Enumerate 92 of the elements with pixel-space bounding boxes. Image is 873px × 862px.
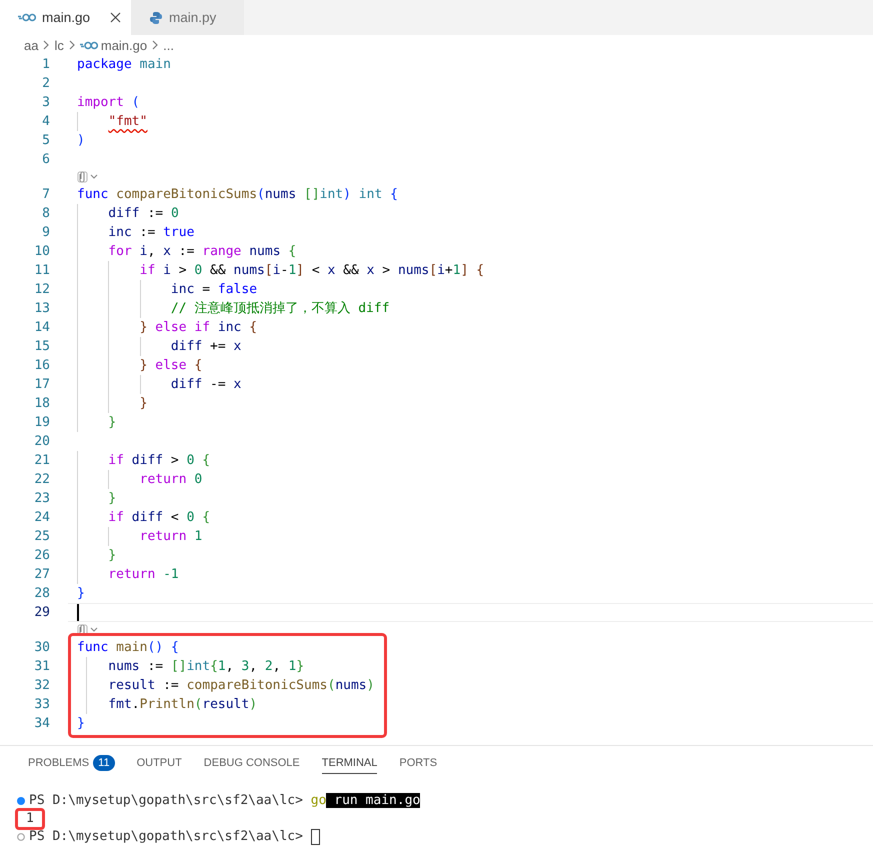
chevron-down-icon[interactable] [90,627,98,633]
status-dot-icon[interactable] [17,797,25,805]
code-line: result := compareBitonicSums(nums) [107,677,374,695]
line-number: 10 [33,243,51,261]
terminal-line: PS D:\mysetup\gopath\src\sf2\aa\lc> go run main.go [29,792,420,810]
code-line: nums := []int{1, 3, 2, 1} [107,658,306,676]
line-number: 30 [33,639,51,657]
code-line: fmt.Println(result) [107,696,258,714]
code-line: return -1 [107,566,180,584]
chevron-right-icon [43,40,50,50]
line-number: 9 [41,224,51,242]
code-line: package main [76,56,172,74]
line-number: 27 [33,566,51,584]
count-badge: 11 [93,755,115,771]
chevron-down-icon[interactable] [90,174,98,180]
code-line: import ( [76,94,141,112]
code-line: } [107,414,118,432]
line-number: 6 [41,151,51,169]
code-line: "fmt" [107,113,148,131]
code-line: inc = false [170,281,258,299]
line-number: 11 [33,262,51,280]
panel-tab[interactable]: TERMINAL [322,753,378,774]
line-number: 29 [33,604,51,622]
code-line: if diff < 0 { [107,509,212,527]
panel-tab[interactable]: DEBUG CONSOLE [204,753,300,774]
line-number: 24 [33,509,51,527]
code-line: } else { [138,357,204,375]
panel-tab[interactable]: PORTS [399,753,438,774]
chevron-right-icon [68,40,75,50]
line-number: 3 [41,94,51,112]
line-number: 19 [33,414,51,432]
file-type-icon [18,13,36,22]
editor-tab[interactable]: main.py [131,0,244,35]
code-line: } [76,585,86,603]
terminal-line: PS D:\mysetup\gopath\src\sf2\aa\lc> [29,828,304,846]
panel-tab[interactable]: PROBLEMS 11 [28,751,115,776]
close-icon[interactable] [110,12,122,23]
paperclip-icon[interactable] [77,624,88,636]
line-number: 28 [33,585,51,603]
breadcrumb-item[interactable]: main.go [100,38,148,52]
line-number: 2 [41,75,51,93]
file-type-icon [149,10,164,24]
file-type-icon [80,40,98,50]
text-cursor [77,604,79,621]
editor-tab[interactable]: main.go [0,0,132,35]
line-number: 13 [33,300,51,318]
line-number: 4 [41,113,51,131]
line-number: 34 [33,715,51,733]
code-line: func compareBitonicSums(nums []int) int { [76,186,399,204]
line-number: 12 [33,281,51,299]
code-line: } [138,395,148,413]
line-number: 31 [33,658,51,676]
line-number: 7 [41,186,51,204]
line-number: 25 [33,528,51,546]
paperclip-icon[interactable] [77,171,88,183]
code-line: func main() { [77,639,180,657]
code-line: return 1 [138,528,204,546]
line-number: 15 [33,338,51,356]
code-line: } [107,490,118,508]
code-line: return 0 [138,471,204,489]
line-number: 8 [41,205,51,223]
line-number: 20 [33,433,51,451]
line-number: 21 [33,452,51,470]
code-line: } [107,547,118,565]
line-number: 5 [41,132,51,150]
line-number: 17 [33,376,51,394]
chevron-right-icon [152,40,158,50]
code-line: } [77,715,86,733]
code-line: if i > 0 && nums[i-1] < x && x > nums[i+1] { [138,262,486,280]
code-line: diff -= x [170,376,242,394]
breadcrumb-item[interactable]: lc [54,38,64,52]
line-number: 18 [33,395,51,413]
panel-tab[interactable]: OUTPUT [136,753,182,774]
line-number: 23 [33,490,51,508]
code-line: diff += x [170,338,242,356]
code-line: diff := 0 [107,205,180,223]
code-line: inc := true [107,224,196,242]
breadcrumb-item[interactable]: aa [24,38,38,52]
line-number: 1 [41,56,51,74]
code-line: } else if inc { [138,319,258,337]
line-number: 32 [33,677,51,695]
code-line: // 注意峰顶抵消掉了，不算入 diff [170,300,391,318]
line-number: 14 [33,319,51,337]
line-number: 33 [33,696,51,714]
code-line: if diff > 0 { [107,452,212,470]
code-line: ) [76,132,86,150]
line-number: 26 [33,547,51,565]
status-circle-icon[interactable] [17,833,25,841]
code-line: for i, x := range nums { [107,243,298,261]
line-number: 16 [33,357,51,375]
breadcrumb-item[interactable]: ... [163,38,174,52]
line-number: 22 [33,471,51,489]
